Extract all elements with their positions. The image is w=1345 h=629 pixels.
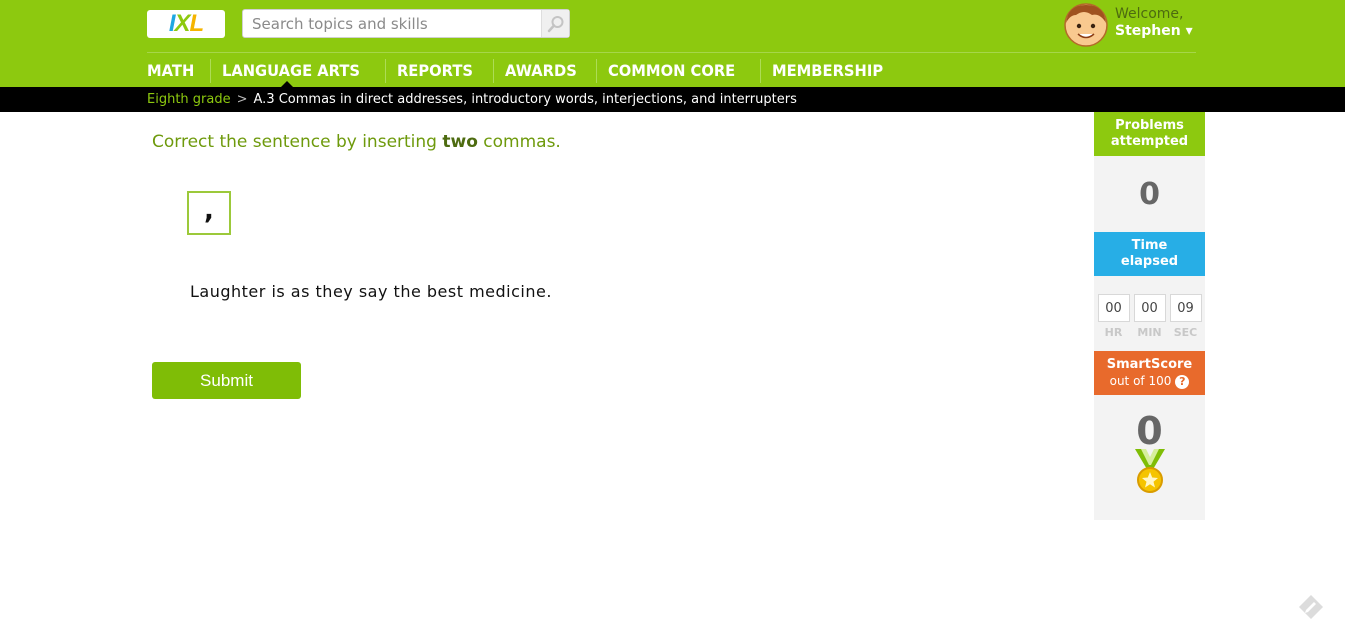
timer-minutes: 00 — [1133, 294, 1166, 322]
welcome-text: Welcome, — [1115, 6, 1184, 22]
problems-attempted-value: 0 — [1139, 176, 1160, 212]
nav-common-core[interactable]: COMMON CORE — [596, 59, 746, 83]
smartscore-panel: 0 — [1094, 395, 1205, 520]
question-sentence[interactable]: Laughter is as they say the best medicin… — [190, 282, 552, 301]
stats-sidebar: Problems attempted 0 Time elapsed 00 00 … — [1094, 112, 1205, 520]
header-divider — [147, 52, 1196, 53]
search-box — [242, 9, 570, 38]
logo-text: IXL — [168, 10, 204, 37]
submit-button[interactable]: Submit — [152, 362, 301, 399]
timer-label-hr: HR — [1104, 326, 1123, 339]
main-nav: MATH LANGUAGE ARTS REPORTS AWARDS COMMON… — [147, 59, 905, 83]
breadcrumb-skill: A.3 Commas in direct addresses, introduc… — [253, 92, 797, 107]
timer-seconds: 09 — [1169, 294, 1202, 322]
search-input[interactable] — [243, 10, 542, 37]
question-instruction: Correct the sentence by inserting two co… — [152, 132, 561, 152]
smartscore-subtitle: out of 100 — [1109, 374, 1172, 388]
time-elapsed-panel: 00 00 09 HR MIN SEC — [1094, 276, 1205, 351]
problems-attempted-header: Problems attempted — [1094, 112, 1205, 156]
time-elapsed-header: Time elapsed — [1094, 232, 1205, 276]
nav-language-arts[interactable]: LANGUAGE ARTS — [210, 59, 371, 83]
comma-glyph: , — [204, 196, 214, 226]
medal-icon — [1135, 449, 1165, 493]
breadcrumb-separator: > — [236, 92, 248, 107]
smartscore-title: SmartScore — [1106, 357, 1193, 372]
ixl-logo[interactable]: IXL — [147, 10, 225, 38]
timer-label-sec: SEC — [1173, 326, 1198, 339]
nav-reports[interactable]: REPORTS — [385, 59, 484, 83]
search-icon — [547, 15, 563, 32]
nav-math[interactable]: MATH — [147, 59, 205, 83]
smartscore-header: SmartScore out of 100? — [1094, 351, 1205, 395]
smartscore-value: 0 — [1136, 409, 1163, 453]
breadcrumb: Eighth grade > A.3 Commas in direct addres… — [0, 87, 1345, 112]
timer-label-min: MIN — [1137, 326, 1162, 339]
search-button[interactable] — [541, 10, 569, 37]
top-header: IXL Welcome, Stephen ▾ MATH LANGUAGE ART… — [0, 0, 1345, 87]
nav-awards[interactable]: AWARDS — [493, 59, 588, 83]
feedback-icon[interactable] — [1296, 592, 1326, 622]
user-menu[interactable]: Stephen ▾ — [1115, 23, 1193, 39]
avatar[interactable] — [1064, 3, 1108, 47]
instruction-emphasis: two — [442, 132, 478, 152]
comma-tile-draggable[interactable]: , — [187, 191, 231, 235]
problems-attempted-panel: 0 — [1094, 156, 1205, 232]
timer-hours: 00 — [1097, 294, 1130, 322]
smartscore-help-icon[interactable]: ? — [1175, 374, 1190, 389]
breadcrumb-grade-link[interactable]: Eighth grade — [147, 92, 231, 107]
nav-membership[interactable]: MEMBERSHIP — [759, 59, 894, 83]
